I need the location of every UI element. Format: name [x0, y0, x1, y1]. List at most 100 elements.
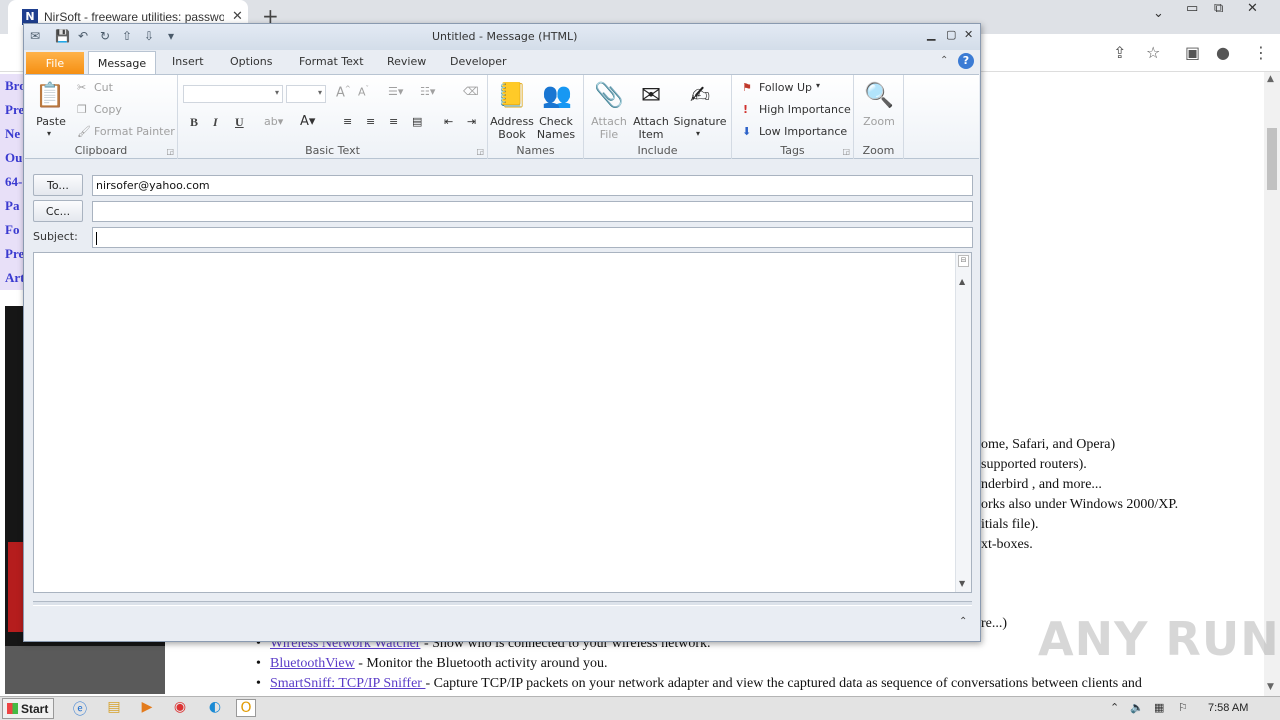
to-button[interactable]: To... — [33, 174, 83, 196]
copy-button[interactable]: Copy — [94, 103, 122, 116]
to-field[interactable]: nirsofer@yahoo.com — [92, 175, 973, 196]
nav-link[interactable]: Pre — [0, 242, 24, 266]
bookmark-star-icon[interactable]: ☆ — [1146, 43, 1160, 62]
outlook-taskbar-icon[interactable]: O — [236, 699, 256, 717]
paste-button[interactable]: Paste — [21, 115, 81, 128]
high-importance-icon[interactable]: ! — [743, 103, 748, 116]
nav-link[interactable]: Ou — [0, 146, 24, 170]
customize-qat-icon[interactable]: ▾ — [168, 29, 174, 43]
cut-button[interactable]: Cut — [94, 81, 113, 94]
browser-menu-icon[interactable]: ⋮ — [1253, 43, 1269, 62]
nav-link[interactable]: Art — [0, 266, 24, 290]
zoom-button[interactable]: Zoom — [849, 115, 909, 128]
follow-up-dropdown-icon[interactable]: ▾ — [816, 81, 820, 90]
expand-people-pane-icon[interactable]: ⌃ — [959, 616, 967, 627]
follow-up-flag-icon[interactable]: ⚑ — [742, 81, 752, 94]
volume-icon[interactable]: 🔈 — [1130, 701, 1144, 714]
share-icon[interactable]: ⇪ — [1113, 43, 1126, 62]
follow-up-button[interactable]: Follow Up — [759, 81, 812, 94]
font-size-combo[interactable]: ▾ — [286, 85, 326, 103]
subject-field[interactable] — [92, 227, 973, 248]
copy-icon[interactable]: ❐ — [77, 103, 87, 116]
maximize-icon[interactable]: ▢ — [946, 28, 956, 41]
attach-file-icon[interactable]: 📎 — [594, 79, 624, 111]
internet-explorer-icon[interactable]: ⓔ — [70, 699, 90, 718]
profile-avatar-icon[interactable]: ● — [1216, 43, 1230, 62]
format-painter-icon[interactable]: 🖌 — [77, 125, 91, 138]
redo-icon[interactable]: ↻ — [100, 29, 110, 43]
previous-item-icon[interactable]: ⇧ — [122, 29, 132, 43]
chrome-icon[interactable]: ◉ — [170, 699, 190, 717]
body-scroll-up-icon[interactable]: ▲ — [959, 277, 965, 286]
file-explorer-icon[interactable]: ▤ — [104, 699, 124, 717]
nav-link[interactable]: Fo — [0, 218, 24, 242]
nav-link[interactable]: Pa — [0, 194, 24, 218]
side-panel-icon[interactable]: ▣ — [1185, 43, 1200, 62]
scroll-thumb[interactable] — [1267, 128, 1277, 190]
nav-link[interactable]: 64- — [0, 170, 24, 194]
view-ruler-icon[interactable]: ⊟ — [958, 255, 969, 267]
outlook-app-icon[interactable]: ✉ — [30, 29, 40, 43]
action-center-flag-icon[interactable]: ⚐ — [1178, 701, 1188, 714]
tab-review[interactable]: Review — [387, 55, 426, 68]
italic-button[interactable]: I — [213, 115, 218, 130]
tab-developer[interactable]: Developer — [450, 55, 507, 68]
high-importance-button[interactable]: High Importance — [759, 103, 851, 116]
media-player-icon[interactable]: ▶ — [137, 699, 157, 717]
tab-message[interactable]: Message — [88, 51, 156, 75]
attach-item-icon[interactable]: ✉ — [636, 79, 666, 111]
low-importance-icon[interactable]: ⬇ — [742, 125, 751, 138]
nav-link[interactable]: Bro — [0, 74, 24, 98]
address-book-icon[interactable]: 📒 — [497, 79, 527, 111]
next-item-icon[interactable]: ⇩ — [144, 29, 154, 43]
numbering-icon[interactable]: ☷▾ — [420, 85, 435, 98]
undo-icon[interactable]: ↶ — [78, 29, 88, 43]
check-names-button[interactable]: Check Names — [526, 115, 586, 141]
cut-scissors-icon[interactable]: ✂ — [77, 81, 86, 94]
people-pane-splitter[interactable] — [33, 601, 972, 606]
font-color-icon[interactable]: A▾ — [300, 114, 315, 129]
clear-formatting-icon[interactable]: ⌫ — [463, 85, 479, 98]
collapse-ribbon-icon[interactable]: ⌃ — [940, 55, 948, 66]
justify-icon[interactable]: ▤ — [412, 115, 422, 128]
minimize-icon[interactable]: ▭ — [1186, 1, 1198, 16]
shrink-font-icon[interactable]: Aˇ — [358, 85, 369, 99]
body-scrollbar[interactable]: ⊟ ▲ ▼ — [955, 253, 971, 592]
restore-icon[interactable]: ⧉ — [1214, 1, 1223, 16]
scroll-down-icon[interactable]: ▼ — [1267, 682, 1274, 692]
message-body-editor[interactable]: ⊟ ▲ ▼ — [33, 252, 972, 593]
tab-insert[interactable]: Insert — [172, 55, 204, 68]
list-item-link[interactable]: BluetoothView — [270, 656, 355, 671]
tab-format-text[interactable]: Format Text — [299, 55, 364, 68]
increase-indent-icon[interactable]: ⇥ — [467, 115, 476, 128]
cc-field[interactable] — [92, 201, 973, 222]
underline-button[interactable]: U — [235, 115, 244, 130]
signature-dropdown-icon[interactable]: ▾ — [696, 129, 700, 138]
bold-button[interactable]: B — [190, 115, 198, 130]
align-left-icon[interactable]: ≡ — [343, 115, 352, 128]
close-icon[interactable]: ✕ — [964, 28, 973, 41]
close-window-icon[interactable]: ✕ — [1247, 1, 1258, 16]
clipboard-launcher-icon[interactable]: ◲ — [166, 147, 174, 156]
basic-text-launcher-icon[interactable]: ◲ — [476, 147, 484, 156]
bullets-icon[interactable]: ☰▾ — [388, 85, 403, 98]
edge-icon[interactable]: ◐ — [205, 699, 225, 717]
zoom-magnifier-icon[interactable]: 🔍 — [864, 79, 894, 111]
tab-close-icon[interactable]: ✕ — [232, 9, 243, 24]
tags-launcher-icon[interactable]: ◲ — [842, 147, 850, 156]
minimize-icon[interactable]: ▁ — [927, 28, 935, 41]
align-right-icon[interactable]: ≡ — [389, 115, 398, 128]
align-center-icon[interactable]: ≡ — [366, 115, 375, 128]
system-clock[interactable]: 7:58 AM — [1208, 702, 1248, 714]
paste-dropdown-icon[interactable]: ▾ — [47, 129, 51, 138]
body-scroll-down-icon[interactable]: ▼ — [959, 579, 965, 588]
start-button[interactable]: Start — [2, 698, 54, 719]
format-painter-button[interactable]: Format Painter — [94, 125, 175, 138]
highlight-icon[interactable]: ab▾ — [264, 115, 283, 128]
tray-expand-icon[interactable]: ⌃ — [1110, 701, 1119, 714]
decrease-indent-icon[interactable]: ⇤ — [444, 115, 453, 128]
grow-font-icon[interactable]: A^ — [336, 85, 351, 100]
tab-options[interactable]: Options — [230, 55, 272, 68]
paste-icon[interactable]: 📋 — [35, 79, 65, 111]
help-icon[interactable]: ? — [958, 53, 974, 69]
